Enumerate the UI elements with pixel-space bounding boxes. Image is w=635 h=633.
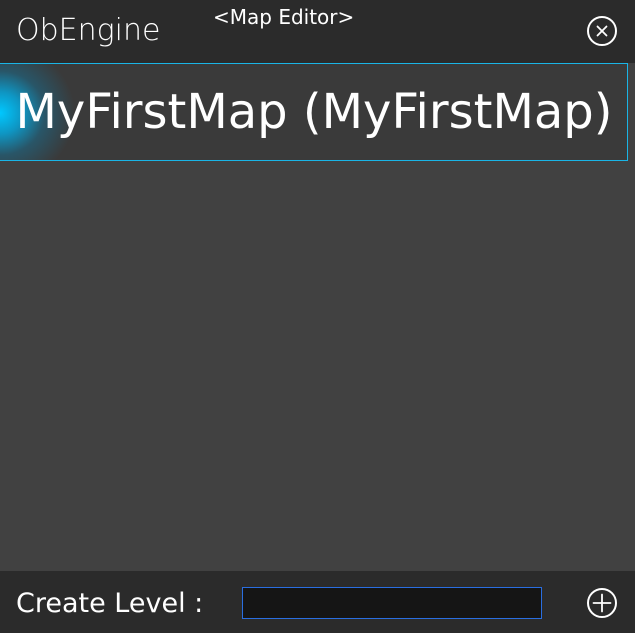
add-level-button[interactable] — [587, 588, 617, 618]
close-button[interactable] — [587, 16, 617, 46]
close-icon — [596, 25, 608, 37]
map-list-item[interactable]: MyFirstMap (MyFirstMap) — [0, 63, 628, 161]
map-list-area — [0, 161, 635, 571]
create-level-label: Create Level : — [16, 588, 204, 619]
plus-icon — [592, 593, 612, 613]
map-item-label: MyFirstMap (MyFirstMap) — [15, 84, 613, 140]
level-name-input[interactable] — [242, 587, 542, 619]
title-bar: ObEngine <Map Editor> — [0, 0, 635, 63]
window-subtitle: <Map Editor> — [213, 5, 355, 29]
map-editor-window: ObEngine <Map Editor> MyFirstMap (MyFirs… — [0, 0, 635, 633]
footer-bar: Create Level : — [0, 571, 635, 633]
app-title: ObEngine — [16, 13, 161, 48]
